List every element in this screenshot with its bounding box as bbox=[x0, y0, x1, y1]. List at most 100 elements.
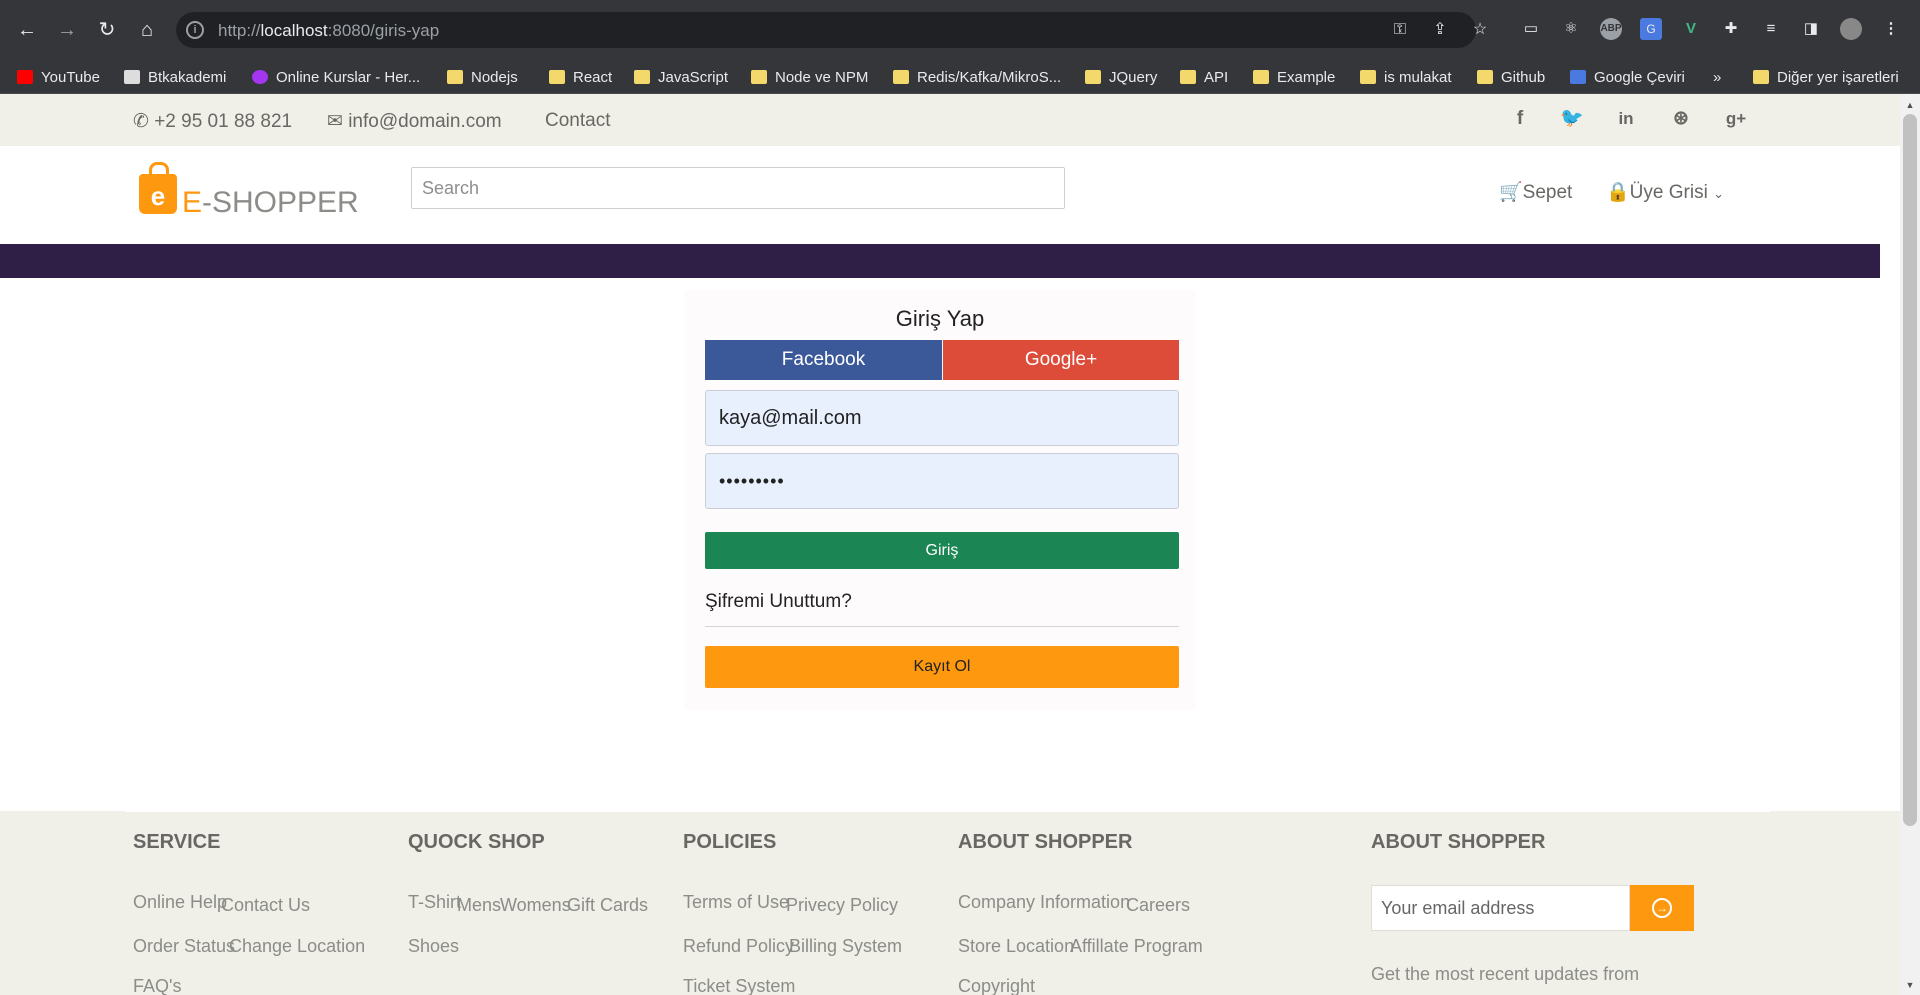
footer-link[interactable]: Refund Policy bbox=[683, 936, 794, 957]
divider bbox=[705, 626, 1179, 627]
password-field[interactable]: ••••••••• bbox=[705, 453, 1179, 509]
bookmark-redis-kafka[interactable]: Redis/Kafka/MikroS... bbox=[893, 68, 1061, 88]
bookmark-jquery[interactable]: JQuery bbox=[1085, 68, 1157, 88]
twitter-icon[interactable]: 🐦 bbox=[1560, 107, 1584, 131]
bookmark-api[interactable]: API bbox=[1180, 68, 1228, 88]
footer-link[interactable]: FAQ's bbox=[133, 976, 181, 995]
site-info-icon[interactable]: i bbox=[186, 21, 204, 39]
key-icon[interactable]: ⚿ bbox=[1390, 20, 1410, 40]
cart-link[interactable]: 🛒Sepet bbox=[1499, 180, 1572, 204]
login-button[interactable]: Giriş bbox=[705, 532, 1179, 569]
bookmarks-overflow-button[interactable]: » bbox=[1713, 68, 1721, 88]
contact-bar: ✆ +2 95 01 88 821 ✉ info@domain.com Cont… bbox=[0, 94, 1900, 146]
folder-icon bbox=[751, 70, 767, 84]
footer-link[interactable]: Mens bbox=[457, 895, 501, 916]
newsletter-subscribe-button[interactable]: → bbox=[1630, 885, 1694, 931]
bookmark-online-kurslar[interactable]: Online Kurslar - Her... bbox=[252, 68, 420, 88]
search-input[interactable] bbox=[411, 167, 1065, 209]
bookmark-javascript[interactable]: JavaScript bbox=[634, 68, 728, 88]
side-panel-icon[interactable]: ◨ bbox=[1800, 18, 1822, 40]
google-login-button[interactable]: Google+ bbox=[943, 340, 1179, 380]
scroll-up-icon[interactable]: ▲ bbox=[1903, 98, 1917, 112]
footer-about-shopper-title: ABOUT SHOPPER bbox=[1371, 831, 1546, 853]
arrow-right-circle-icon: → bbox=[1652, 898, 1672, 918]
newsletter-email-input[interactable] bbox=[1371, 885, 1630, 931]
footer-link[interactable]: Affillate Program bbox=[1070, 936, 1203, 957]
footer-link[interactable]: Change Location bbox=[229, 936, 365, 957]
bookmark-node-npm[interactable]: Node ve NPM bbox=[751, 68, 868, 88]
bookmark-react[interactable]: React bbox=[549, 68, 612, 88]
address-bar[interactable]: i http://localhost:8080/giris-yap ⚿ ⇪ ☆ bbox=[176, 12, 1487, 48]
google-plus-icon[interactable]: g+ bbox=[1724, 107, 1748, 131]
star-icon[interactable]: ☆ bbox=[1470, 20, 1490, 40]
bookmarks-bar: YouTube Btkakademi Online Kurslar - Her.… bbox=[0, 61, 1920, 94]
forward-arrow-icon[interactable]: → bbox=[54, 17, 80, 43]
folder-icon bbox=[1477, 70, 1493, 84]
cast-extension-icon[interactable]: ▭ bbox=[1520, 18, 1542, 40]
facebook-login-button[interactable]: Facebook bbox=[705, 340, 942, 380]
reload-icon[interactable]: ↻ bbox=[94, 17, 120, 43]
adblock-icon[interactable]: ABP bbox=[1600, 18, 1622, 40]
udemy-icon bbox=[252, 70, 268, 84]
contact-link[interactable]: Contact bbox=[545, 110, 610, 132]
footer-link[interactable]: Store Location bbox=[958, 936, 1074, 957]
footer-link[interactable]: T-Shirt bbox=[408, 892, 461, 913]
bookmark-btkakademi[interactable]: Btkakademi bbox=[124, 68, 226, 88]
facebook-icon[interactable]: f bbox=[1508, 107, 1532, 131]
footer-link[interactable]: Billing System bbox=[789, 936, 902, 957]
bookmark-other[interactable]: Diğer yer işaretleri bbox=[1753, 68, 1899, 88]
bookmark-nodejs[interactable]: Nodejs bbox=[447, 68, 518, 88]
folder-icon bbox=[1253, 70, 1269, 84]
footer-policies-title: POLICIES bbox=[683, 831, 777, 853]
footer-link[interactable]: Order Status bbox=[133, 936, 235, 957]
site-header: e E-SHOPPER 🛒Sepet 🔒Üye Grisi ⌄ bbox=[0, 146, 1900, 240]
register-button[interactable]: Kayıt Ol bbox=[705, 646, 1179, 688]
dribbble-icon[interactable]: ⊛ bbox=[1669, 107, 1693, 131]
vue-devtools-icon[interactable]: V bbox=[1680, 18, 1702, 40]
profile-avatar-icon[interactable] bbox=[1840, 18, 1862, 40]
bookmark-youtube[interactable]: YouTube bbox=[17, 68, 100, 88]
footer-link[interactable]: Careers bbox=[1126, 895, 1190, 916]
footer-link[interactable]: Womens bbox=[500, 895, 571, 916]
email-link[interactable]: ✉ info@domain.com bbox=[327, 110, 502, 133]
footer-divider bbox=[125, 811, 1770, 812]
member-login-dropdown[interactable]: 🔒Üye Grisi ⌄ bbox=[1606, 180, 1724, 204]
footer-link[interactable]: Contact Us bbox=[221, 895, 310, 916]
footer-link[interactable]: Company Information bbox=[958, 892, 1130, 913]
cart-icon: 🛒 bbox=[1499, 182, 1523, 203]
home-icon[interactable]: ⌂ bbox=[134, 17, 160, 43]
phone-link[interactable]: ✆ +2 95 01 88 821 bbox=[133, 110, 292, 133]
footer-link[interactable]: Copyright bbox=[958, 976, 1035, 995]
google-translate-extension-icon[interactable]: G bbox=[1640, 18, 1662, 40]
folder-icon bbox=[634, 70, 650, 84]
footer-link[interactable]: Gift Cards bbox=[567, 895, 648, 916]
footer-link[interactable]: Terms of Use bbox=[683, 892, 789, 913]
bookmark-google-ceviri[interactable]: Google Çeviri bbox=[1570, 68, 1685, 88]
newsletter-text: Get the most recent updates from bbox=[1371, 964, 1640, 984]
login-title: Giriş Yap bbox=[895, 306, 985, 331]
shopping-bag-icon: e bbox=[139, 162, 177, 214]
bookmark-is-mulakat[interactable]: is mulakat bbox=[1360, 68, 1452, 88]
scrollbar-thumb[interactable] bbox=[1903, 114, 1917, 826]
folder-icon bbox=[447, 70, 463, 84]
share-icon[interactable]: ⇪ bbox=[1430, 20, 1450, 40]
folder-icon bbox=[549, 70, 565, 84]
bookmark-example[interactable]: Example bbox=[1253, 68, 1335, 88]
linkedin-icon[interactable]: in bbox=[1614, 107, 1638, 131]
footer-link[interactable]: Online Help bbox=[133, 892, 227, 913]
folder-icon bbox=[1085, 70, 1101, 84]
scroll-down-icon[interactable]: ▼ bbox=[1903, 978, 1917, 992]
footer-link[interactable]: Shoes bbox=[408, 936, 459, 957]
bookmark-github[interactable]: Github bbox=[1477, 68, 1545, 88]
media-queue-icon[interactable]: ≡ bbox=[1760, 18, 1782, 40]
email-field[interactable]: kaya@mail.com bbox=[705, 390, 1179, 446]
extensions-puzzle-icon[interactable]: ✚ bbox=[1720, 18, 1742, 40]
footer-link[interactable]: Ticket System bbox=[683, 976, 795, 995]
footer-link[interactable]: Privecy Policy bbox=[786, 895, 898, 916]
back-arrow-icon[interactable]: ← bbox=[14, 17, 40, 43]
browser-menu-icon[interactable]: ⋮ bbox=[1880, 18, 1902, 40]
react-devtools-icon[interactable]: ⚛ bbox=[1560, 18, 1582, 40]
url-text: http://localhost:8080/giris-yap bbox=[218, 21, 440, 40]
folder-icon bbox=[1753, 70, 1769, 84]
forgot-password-link[interactable]: Şifremi Unuttum? bbox=[705, 591, 852, 613]
